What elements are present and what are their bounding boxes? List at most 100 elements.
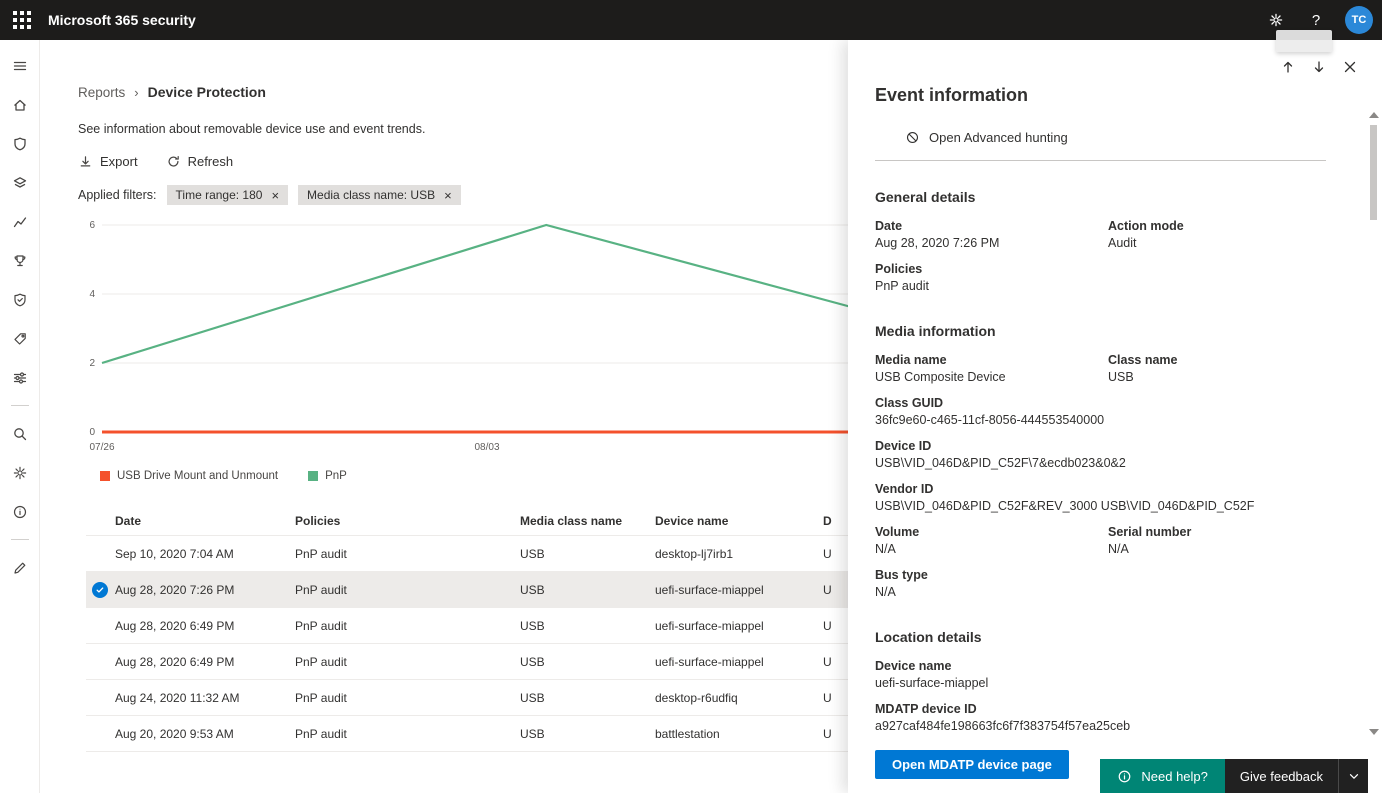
line-chart-icon [12,214,28,230]
give-feedback-label: Give feedback [1240,769,1323,784]
layers-icon [12,175,28,191]
event-information-panel: Event information Open Advanced hunting … [848,40,1382,793]
svg-text:0: 0 [89,427,95,438]
cell-date: Sep 10, 2020 7:04 AM [115,547,295,561]
give-feedback-button[interactable]: Give feedback [1225,759,1338,793]
avatar[interactable]: TC [1345,6,1373,34]
sidebar-item-help[interactable] [0,492,40,531]
close-icon[interactable]: × [444,189,452,202]
field-media-name: Media name USB Composite Device [875,353,1108,384]
filter-chip-media-class[interactable]: Media class name: USB × [298,185,461,205]
need-help-button[interactable]: Need help? [1100,759,1225,793]
cell-date: Aug 20, 2020 9:53 AM [115,727,295,741]
sidebar-item-reports[interactable] [0,202,40,241]
panel-divider [875,160,1326,161]
app-top-bar: Microsoft 365 security ? TC [0,0,1382,40]
chevron-down-icon [1347,769,1361,783]
cell-device-name: uefi-surface-miappel [655,655,823,669]
field-class-guid: Class GUID 36fc9e60-c465-11cf-8056-44455… [875,396,1326,427]
filter-chip-label: Time range: 180 [176,188,263,202]
close-icon[interactable]: × [271,189,279,202]
legend-item-usb[interactable]: USB Drive Mount and Unmount [100,470,278,482]
field-policies: Policies PnP audit [875,262,1326,293]
footer-buttons: Need help? Give feedback [1100,759,1368,793]
field-volume: Volume N/A [875,525,1108,556]
sidebar-item-feedback-edit[interactable] [0,548,40,587]
column-header-date[interactable]: Date [115,514,295,528]
column-header-media-class[interactable]: Media class name [520,514,655,528]
cell-policies: PnP audit [295,691,520,705]
panel-nav-controls [1280,59,1358,75]
sidebar-item-labels[interactable] [0,319,40,358]
sidebar-item-settings[interactable] [0,453,40,492]
waffle-icon [13,11,31,29]
arrow-down-icon[interactable] [1311,59,1327,75]
cell-date: Aug 28, 2020 6:49 PM [115,655,295,669]
selected-check-icon[interactable] [92,582,108,598]
refresh-button[interactable]: Refresh [166,154,234,169]
panel-scrollbar[interactable] [1368,112,1379,735]
svg-text:4: 4 [89,289,95,300]
sliders-icon [12,370,28,386]
svg-text:07/26: 07/26 [89,442,114,453]
breadcrumb-reports-link[interactable]: Reports [78,85,125,100]
sidebar-item-configuration[interactable] [0,358,40,397]
download-icon [78,154,93,169]
search-icon [12,426,28,442]
cell-policies: PnP audit [295,583,520,597]
cell-device-name: desktop-r6udfiq [655,691,823,705]
sidebar-item-secure-score[interactable] [0,241,40,280]
cell-device-name: desktop-lj7irb1 [655,547,823,561]
scrollbar-up-arrow[interactable] [1369,112,1379,118]
info-icon [1117,769,1132,784]
hamburger-menu-button[interactable] [0,46,40,85]
cell-media-class: USB [520,727,655,741]
close-icon[interactable] [1342,59,1358,75]
feedback-dropdown-button[interactable] [1338,759,1368,793]
legend-label-usb: USB Drive Mount and Unmount [117,470,278,482]
open-advanced-hunting-button[interactable]: Open Advanced hunting [905,130,1326,145]
sidebar-item-device-health[interactable] [0,280,40,319]
cell-device-name: battlestation [655,727,823,741]
cell-media-class: USB [520,547,655,561]
field-device-name: Device name uefi-surface-miappel [875,659,1326,690]
breadcrumb-separator: › [134,85,138,100]
gear-icon [12,465,28,481]
field-action-mode: Action mode Audit [1108,219,1326,250]
sidebar-item-incidents[interactable] [0,163,40,202]
column-header-device-name[interactable]: Device name [655,514,823,528]
export-button[interactable]: Export [78,154,138,169]
arrow-up-icon[interactable] [1280,59,1296,75]
scrollbar-down-arrow[interactable] [1369,729,1379,735]
column-header-policies[interactable]: Policies [295,514,520,528]
location-details-section: Location details Device name uefi-surfac… [875,629,1326,735]
waffle-menu-button[interactable] [0,0,44,40]
applied-filters-label: Applied filters: [78,188,157,202]
trophy-icon [12,253,28,269]
sidebar-item-search[interactable] [0,414,40,453]
tag-icon [12,331,28,347]
rail-divider [11,405,29,406]
page-title: Device Protection [148,84,266,100]
sidebar-item-home[interactable] [0,85,40,124]
gear-icon [1268,12,1284,28]
cell-date: Aug 24, 2020 11:32 AM [115,691,295,705]
cell-policies: PnP audit [295,547,520,561]
field-date: Date Aug 28, 2020 7:26 PM [875,219,1108,250]
open-mdatp-device-page-button[interactable]: Open MDATP device page [875,750,1069,779]
scrollbar-thumb[interactable] [1370,125,1377,220]
shield-icon [12,136,28,152]
refresh-icon [166,154,181,169]
sidebar-item-security-operations[interactable] [0,124,40,163]
section-title-general: General details [875,189,1326,205]
cell-media-class: USB [520,583,655,597]
cell-device-name: uefi-surface-miappel [655,583,823,597]
legend-item-pnp[interactable]: PnP [308,470,347,482]
shield-check-icon [12,292,28,308]
filter-chip-time-range[interactable]: Time range: 180 × [167,185,289,205]
cell-date: Aug 28, 2020 7:26 PM [115,583,295,597]
legend-label-pnp: PnP [325,470,347,482]
export-label: Export [100,154,138,169]
field-mdatp-device-id: MDATP device ID a927caf484fe198663fc6f7f… [875,702,1326,733]
info-icon [12,504,28,520]
